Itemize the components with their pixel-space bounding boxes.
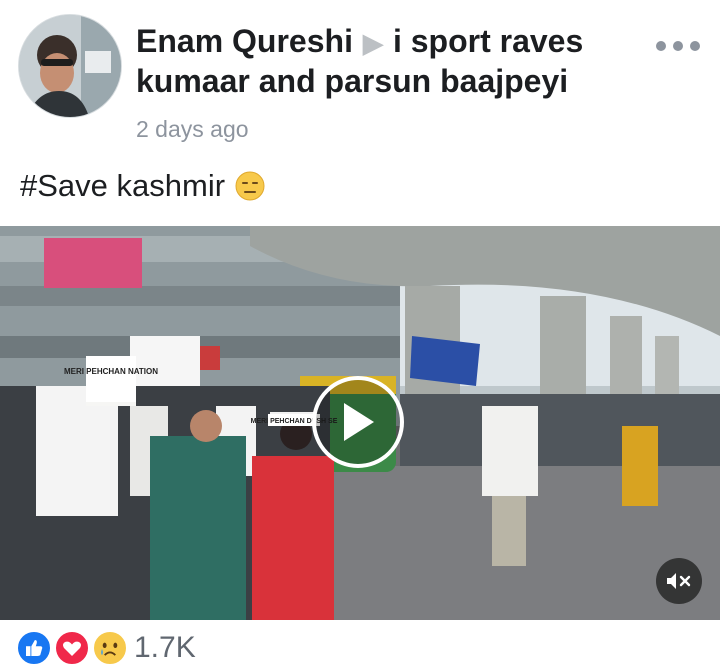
share-to-arrow-icon: ▶ <box>362 28 383 58</box>
post-author-line: Enam Qureshi ▶ i sport raves kumaar and pa… <box>136 22 656 100</box>
muted-speaker-icon <box>667 573 691 589</box>
author-avatar[interactable] <box>18 14 122 118</box>
reaction-icons <box>16 628 130 668</box>
video-player[interactable]: MERI PEHCHAN NATION MERI PEHCHAN DESH SE <box>0 226 720 620</box>
love-icon <box>54 630 90 666</box>
play-button[interactable] <box>312 376 404 468</box>
reactions-bar[interactable]: 1.7K <box>16 628 196 668</box>
post-text: #Save kashmir <box>20 168 226 203</box>
mute-button[interactable] <box>656 558 702 604</box>
protest-sign-text: MERI PEHCHAN NATION <box>64 367 158 376</box>
more-dot <box>673 41 683 51</box>
like-icon <box>16 630 52 666</box>
sad-icon <box>92 630 128 666</box>
expressionless-emoji-icon <box>235 171 265 201</box>
avatar-image <box>19 15 121 117</box>
more-dot <box>690 41 700 51</box>
reaction-count[interactable]: 1.7K <box>134 631 196 665</box>
post-timestamp[interactable]: 2 days ago <box>136 116 249 143</box>
post-header: Enam Qureshi ▶ i sport raves kumaar and pa… <box>0 0 720 150</box>
play-icon <box>344 403 374 441</box>
author-name[interactable]: Enam Qureshi <box>136 23 353 59</box>
more-options-icon[interactable] <box>656 36 700 56</box>
more-dot <box>656 41 666 51</box>
post-body: #Save kashmir <box>20 168 265 204</box>
